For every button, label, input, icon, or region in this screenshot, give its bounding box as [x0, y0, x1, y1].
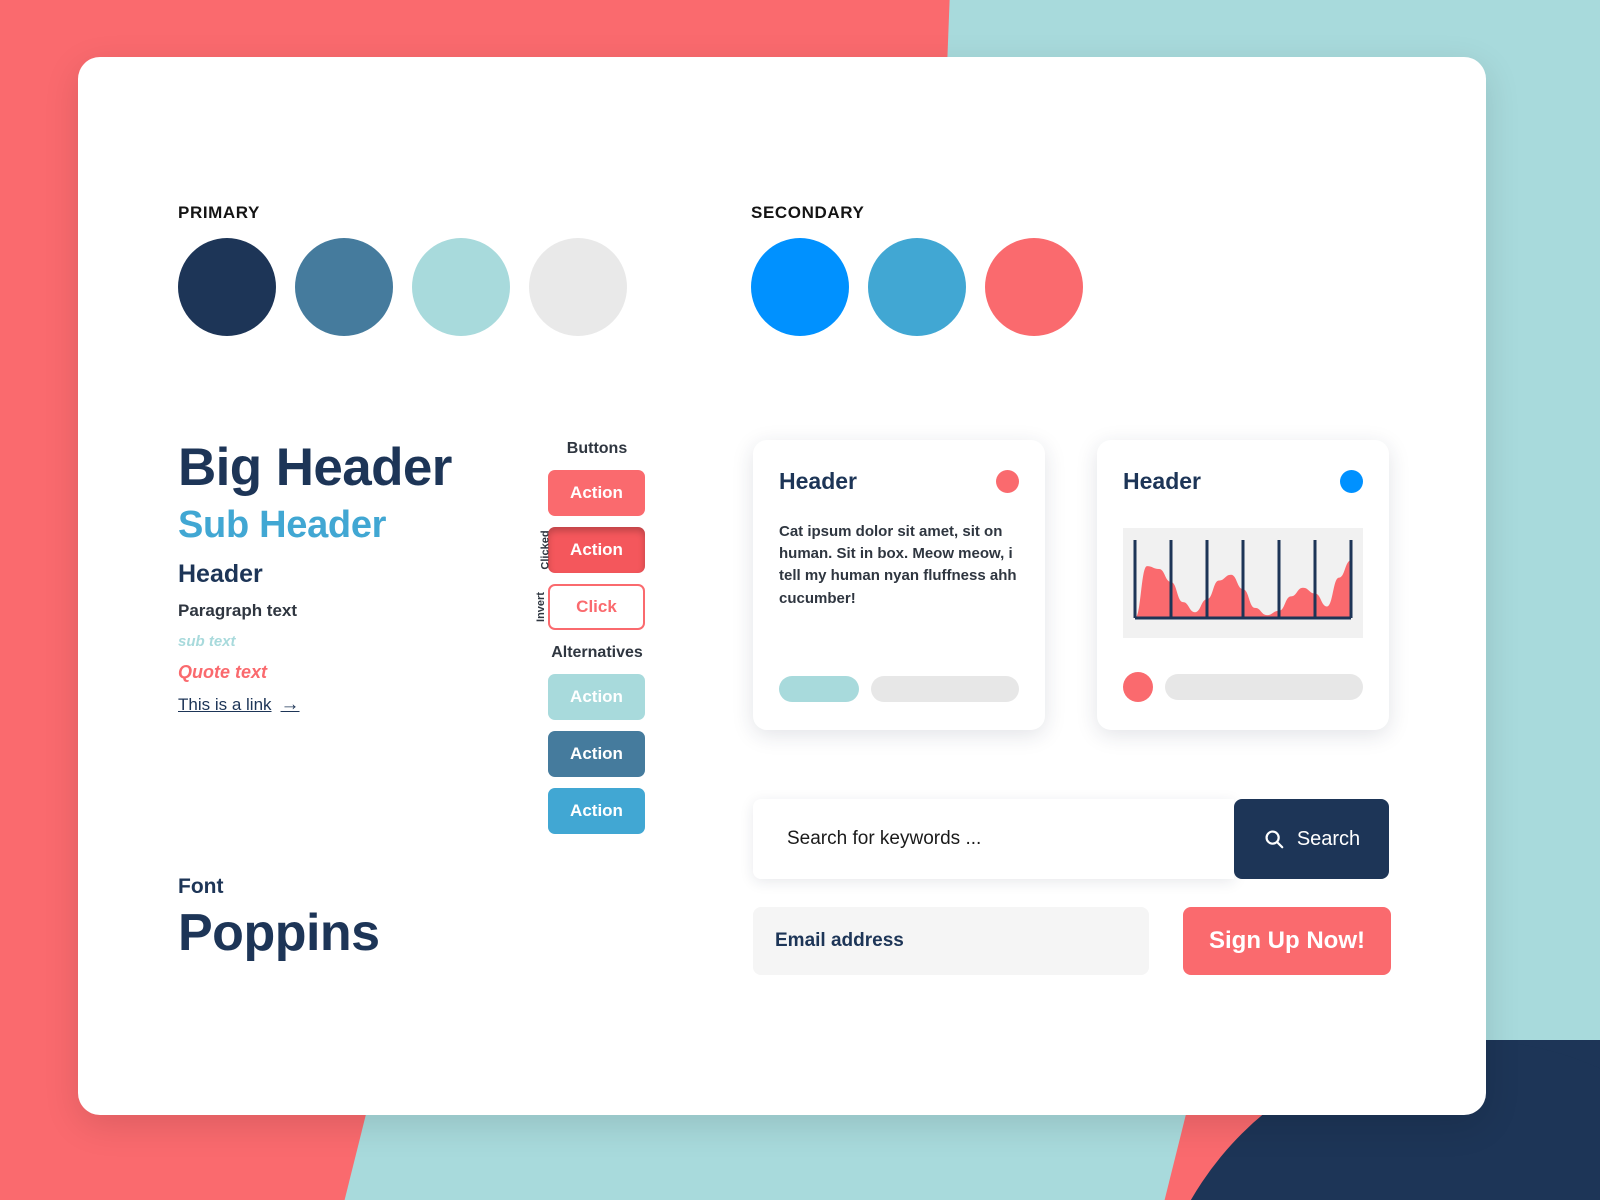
sign-up-button[interactable]: Sign Up Now! [1183, 907, 1391, 975]
swatch-primary-steel-blue[interactable] [295, 238, 393, 336]
search-button-label: Search [1296, 827, 1361, 850]
invert-state-label: Invert [534, 592, 547, 622]
text-card-body: Cat ipsum dolor sit amet, sit on human. … [779, 523, 1017, 607]
buttons-column: Buttons Action Clicked Action Invert Cli… [535, 440, 668, 845]
footer-pill-teal[interactable] [779, 676, 859, 702]
chart-card-header: Header [1097, 440, 1389, 495]
header-sample: Header [178, 559, 263, 588]
chart-card[interactable]: Header [1097, 440, 1389, 730]
typography-column: Big Header Sub Header Header Paragraph t… [178, 440, 508, 716]
page-background: PRIMARY SECONDARY Big Header Sub Header … [0, 0, 1600, 1200]
footer-circle-red[interactable] [1123, 672, 1153, 702]
swatch-secondary-coral-red[interactable] [985, 238, 1083, 336]
button-row-alt-blue: Action [548, 788, 668, 834]
font-name: Poppins [178, 904, 380, 962]
secondary-swatch-row [751, 238, 1083, 336]
swatch-secondary-bright-blue[interactable] [751, 238, 849, 336]
button-row-default: Action [548, 470, 668, 516]
swatch-primary-light-gray[interactable] [529, 238, 627, 336]
swatch-primary-light-teal[interactable] [412, 238, 510, 336]
buttons-section-label: Buttons [566, 440, 628, 457]
search-icon [1265, 830, 1284, 849]
text-card-title: Header [779, 468, 857, 494]
search-button[interactable]: Search [1234, 799, 1389, 879]
alternatives-section-label: Alternatives [551, 644, 643, 661]
primary-swatch-row [178, 238, 627, 336]
font-block: Font Poppins [178, 875, 380, 963]
action-button-primary[interactable]: Action [548, 470, 645, 516]
paragraph-text-sample: Paragraph text [178, 600, 298, 620]
email-field[interactable] [753, 907, 1149, 975]
button-row-alt-teal: Action [548, 674, 668, 720]
area-chart [1123, 528, 1363, 638]
font-label: Font [178, 875, 224, 898]
area-chart-svg [1133, 540, 1353, 620]
quote-text-sample: Quote text [178, 661, 268, 682]
primary-palette-label: PRIMARY [178, 203, 260, 222]
status-dot-icon [996, 470, 1019, 493]
search-bar: Search [753, 799, 1389, 879]
sub-header-sample: Sub Header [178, 503, 387, 546]
sub-text-sample: sub text [178, 632, 236, 650]
style-guide-panel: PRIMARY SECONDARY Big Header Sub Header … [78, 57, 1486, 1115]
action-button-clicked[interactable]: Action [548, 527, 645, 573]
big-header-sample: Big Header [178, 438, 452, 497]
footer-pill-gray[interactable] [1165, 674, 1363, 700]
signup-row: Sign Up Now! [753, 907, 1391, 975]
swatch-secondary-sky-blue[interactable] [868, 238, 966, 336]
button-row-alt-steel: Action [548, 731, 668, 777]
chart-card-title: Header [1123, 468, 1201, 494]
sample-link-label: This is a link [178, 694, 272, 714]
swatch-primary-navy[interactable] [178, 238, 276, 336]
status-dot-icon [1340, 470, 1363, 493]
clicked-state-label: Clicked [539, 530, 552, 570]
text-card-header: Header [753, 440, 1045, 495]
text-card-footer [779, 676, 1019, 702]
secondary-palette-label: SECONDARY [751, 203, 865, 222]
chart-card-footer [1123, 672, 1363, 702]
action-button-steel[interactable]: Action [548, 731, 645, 777]
arrow-right-icon: → [280, 693, 300, 715]
footer-pill-gray[interactable] [871, 676, 1019, 702]
button-row-invert: Invert Click [535, 584, 668, 630]
sample-link[interactable]: This is a link → [178, 694, 300, 716]
action-button-invert[interactable]: Click [548, 584, 645, 630]
button-row-clicked: Clicked Action [540, 527, 668, 573]
action-button-teal[interactable]: Action [548, 674, 645, 720]
search-input[interactable] [753, 799, 1234, 879]
action-button-blue[interactable]: Action [548, 788, 645, 834]
text-card[interactable]: Header Cat ipsum dolor sit amet, sit on … [753, 440, 1045, 730]
